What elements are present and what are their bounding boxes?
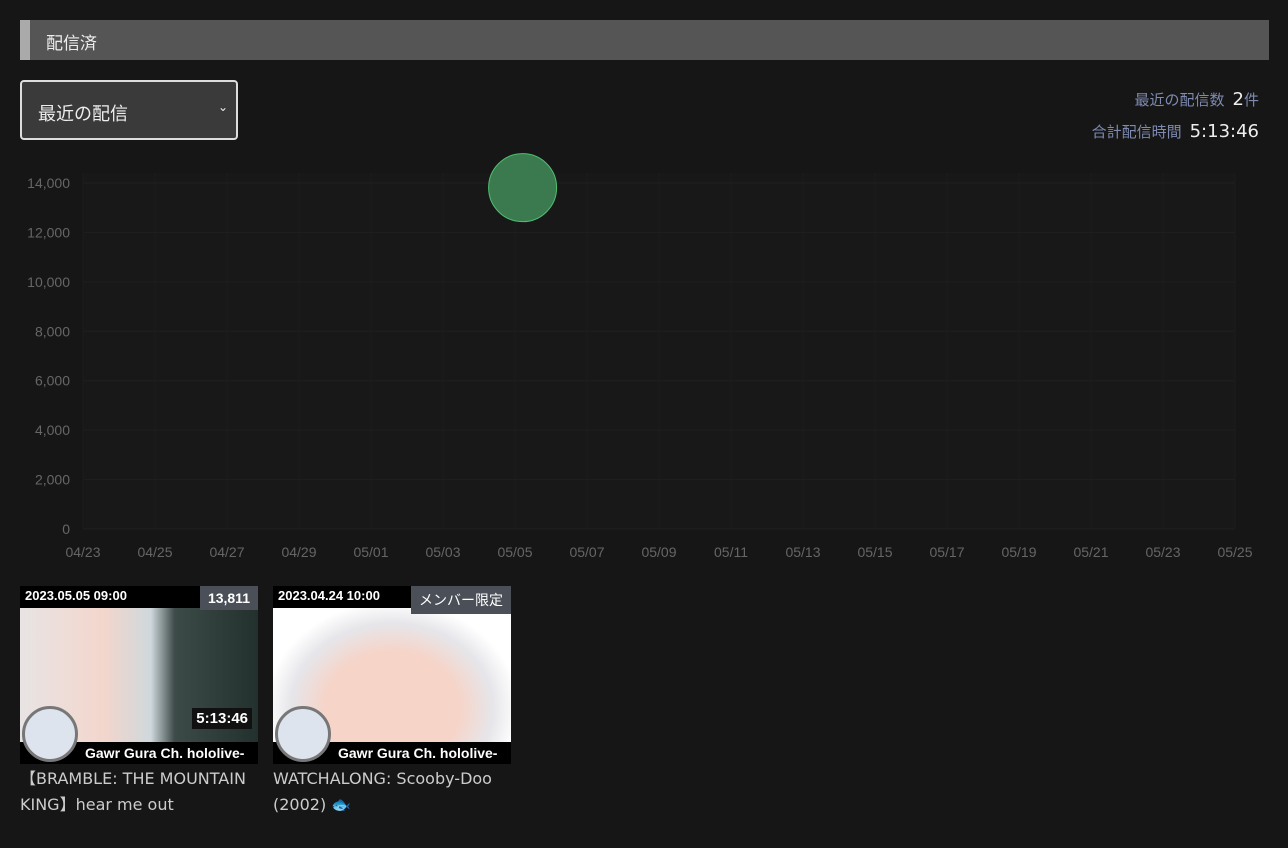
y-tick-label: 4,000 (35, 422, 70, 438)
data-point (488, 153, 558, 223)
y-tick-label: 2,000 (35, 472, 70, 488)
views-chart: 0 2,000 4,000 6,000 8,000 10,000 12,000 14,000 0… (27, 153, 1253, 560)
x-tick-label: 05/17 (929, 544, 964, 560)
y-tick-label: 0 (62, 521, 70, 537)
x-tick-label: 05/09 (641, 544, 676, 560)
x-tick-label: 04/23 (65, 544, 100, 560)
video-date: 2023.04.24 10:00 (278, 588, 380, 603)
video-thumbnail[interactable]: 2023.04.24 10:00 メンバー限定 Gawr Gura Ch. ho… (273, 586, 511, 764)
x-tick-label: 05/13 (785, 544, 820, 560)
x-tick-label: 05/03 (425, 544, 460, 560)
video-date: 2023.05.05 09:00 (25, 588, 127, 603)
x-tick-label: 04/29 (281, 544, 316, 560)
x-tick-label: 04/27 (209, 544, 244, 560)
x-tick-label: 05/01 (353, 544, 388, 560)
x-tick-label: 05/25 (1217, 544, 1252, 560)
y-tick-label: 6,000 (35, 373, 70, 389)
x-tick-label: 05/21 (1073, 544, 1108, 560)
x-tick-label: 05/05 (497, 544, 532, 560)
video-card[interactable]: 2023.04.24 10:00 メンバー限定 Gawr Gura Ch. ho… (273, 586, 511, 818)
view-count-badge: 13,811 (199, 586, 258, 610)
video-title[interactable]: WATCHALONG: Scooby-Doo (2002) 🐟 (273, 766, 511, 818)
channel-avatar (22, 706, 78, 762)
x-tick-label: 05/07 (569, 544, 604, 560)
x-tick-label: 05/11 (714, 544, 748, 560)
y-tick-label: 8,000 (35, 323, 70, 339)
members-only-badge: メンバー限定 (411, 586, 511, 614)
channel-avatar (275, 706, 331, 762)
x-tick-label: 04/25 (137, 544, 172, 560)
y-tick-label: 14,000 (27, 175, 70, 191)
video-duration: 5:13:46 (192, 708, 252, 729)
x-tick-label: 05/19 (1001, 544, 1036, 560)
video-card[interactable]: 2023.05.05 09:00 13,811 5:13:46 Gawr Gur… (20, 586, 258, 818)
y-tick-label: 12,000 (27, 224, 70, 240)
video-title[interactable]: 【BRAMBLE: THE MOUNTAIN KING】hear me out (20, 766, 258, 818)
video-thumbnail[interactable]: 2023.05.05 09:00 13,811 5:13:46 Gawr Gur… (20, 586, 258, 764)
x-tick-label: 05/15 (857, 544, 892, 560)
y-tick-label: 10,000 (27, 274, 70, 290)
x-tick-label: 05/23 (1145, 544, 1180, 560)
